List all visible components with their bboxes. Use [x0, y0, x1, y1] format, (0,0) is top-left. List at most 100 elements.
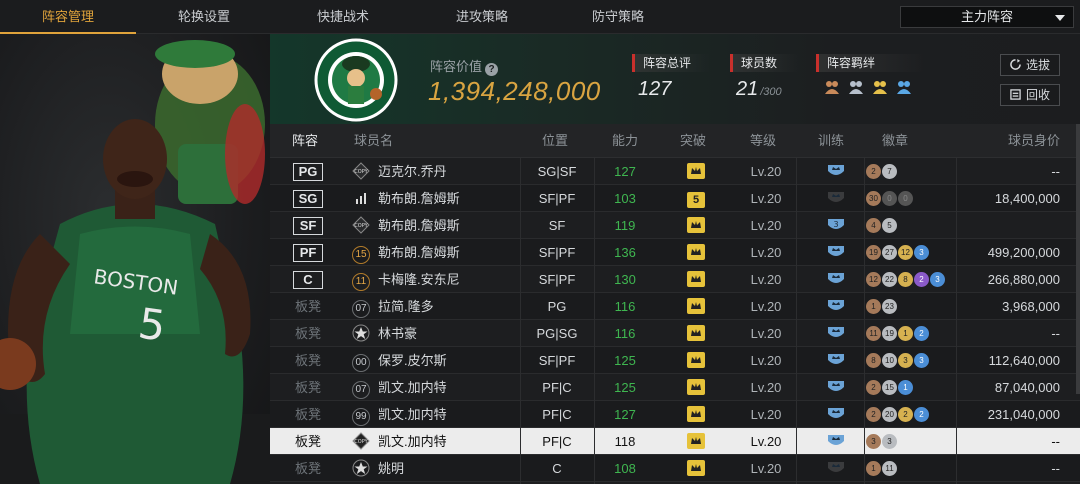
training-indicator[interactable]: [814, 158, 858, 185]
col-badges[interactable]: 徽章: [882, 124, 908, 158]
training-indicator[interactable]: [814, 239, 858, 266]
breakthrough-indicator[interactable]: [678, 428, 714, 455]
lineup-slot: C: [288, 266, 328, 293]
breakthrough-indicator[interactable]: [678, 266, 714, 293]
player-value: 112,640,000: [988, 353, 1060, 368]
table-row[interactable]: SF COPY 勒布朗.詹姆斯 SF 119 Lv.20 3 4 5: [270, 212, 1080, 239]
player-name[interactable]: 保罗.皮尔斯: [378, 347, 518, 374]
badge-list[interactable]: 11 19 1 2: [866, 320, 956, 347]
col-ability[interactable]: 能力: [612, 124, 638, 158]
player-name[interactable]: 姚明: [378, 455, 518, 482]
badge-count: 11: [866, 326, 881, 341]
breakthrough-indicator[interactable]: [678, 374, 714, 401]
table-row[interactable]: 板凳 林书豪 PG|SG 116 Lv.20 11 19 1 2 --: [270, 320, 1080, 347]
position-badge: PF: [293, 244, 323, 262]
tab-offense-strategy[interactable]: 进攻策略: [414, 0, 550, 34]
table-row[interactable]: 板凳 00 保罗.皮尔斯 SF|PF 125 Lv.20 8 10 3 3 112,640,000: [270, 347, 1080, 374]
bond-gold-icon[interactable]: [870, 78, 890, 98]
player-name[interactable]: 迈克尔.乔丹: [378, 158, 518, 185]
table-row[interactable]: 板凳 COPY 凯文.加内特 PF|C 118 Lv.20 3 3 --: [270, 428, 1080, 455]
player-name[interactable]: 凯文.加内特: [378, 401, 518, 428]
breakthrough-indicator[interactable]: [678, 320, 714, 347]
player-name[interactable]: 凯文.加内特: [378, 374, 518, 401]
badge-list[interactable]: 12 22 8 2 3: [866, 266, 956, 293]
table-row[interactable]: PG COPY 迈克尔.乔丹 SG|SF 127 Lv.20 2 7 --: [270, 158, 1080, 185]
player-name[interactable]: 卡梅隆.安东尼: [378, 266, 518, 293]
tab-defense-strategy[interactable]: 防守策略: [550, 0, 686, 34]
training-indicator[interactable]: [814, 401, 858, 428]
col-breakthrough[interactable]: 突破: [680, 124, 706, 158]
breakthrough-indicator[interactable]: [678, 158, 714, 185]
player-name[interactable]: 勒布朗.詹姆斯: [378, 185, 518, 212]
help-icon[interactable]: ?: [485, 63, 499, 76]
training-indicator[interactable]: [814, 455, 858, 482]
recycle-button[interactable]: 回收: [1000, 84, 1060, 106]
training-indicator[interactable]: 3: [814, 212, 858, 239]
training-indicator[interactable]: [814, 347, 858, 374]
col-player-value[interactable]: 球员身价: [1008, 124, 1060, 158]
player-level: Lv.20: [750, 245, 782, 260]
player-position: SG|SF: [537, 164, 577, 179]
lineup-dropdown[interactable]: 主力阵容: [900, 6, 1074, 28]
training-indicator[interactable]: [814, 185, 858, 212]
breakthrough-indicator[interactable]: [678, 401, 714, 428]
breakthrough-indicator[interactable]: [678, 455, 714, 482]
training-indicator[interactable]: [814, 293, 858, 320]
table-row[interactable]: C 11 卡梅隆.安东尼 SF|PF 130 Lv.20 12 22 8 2 3 266,880,00…: [270, 266, 1080, 293]
breakthrough-indicator[interactable]: 5: [678, 185, 714, 212]
tab-lineup-management[interactable]: 阵容管理: [0, 0, 136, 34]
badge-list[interactable]: 19 27 12 3: [866, 239, 956, 266]
col-training[interactable]: 训练: [818, 124, 844, 158]
table-row[interactable]: 板凳 99 凯文.加内特 PF|C 127 Lv.20 2 20 2 2 231,040,000: [270, 401, 1080, 428]
player-ability: 136: [614, 245, 636, 260]
breakthrough-indicator[interactable]: [678, 212, 714, 239]
position-badge: PG: [293, 163, 323, 181]
tab-quick-tactics[interactable]: 快捷战术: [272, 0, 414, 34]
badge-list[interactable]: 2 15 1: [866, 374, 956, 401]
col-position[interactable]: 位置: [542, 124, 568, 158]
badge-list[interactable]: 1 11: [866, 455, 956, 482]
training-indicator[interactable]: [814, 374, 858, 401]
bond-silver-icon[interactable]: [846, 78, 866, 98]
badge-list[interactable]: 8 10 3 3: [866, 347, 956, 374]
lineup-slot: SF: [288, 212, 328, 239]
bench-label: 板凳: [294, 407, 321, 422]
table-row[interactable]: 板凳 07 凯文.加内特 PF|C 125 Lv.20 2 15 1 87,040,000: [270, 374, 1080, 401]
bond-blue-icon[interactable]: [894, 78, 914, 98]
tab-rotation-settings[interactable]: 轮换设置: [136, 0, 272, 34]
jersey-number: 07: [352, 300, 370, 318]
player-name[interactable]: 拉简.隆多: [378, 293, 518, 320]
table-row[interactable]: 板凳 姚明 C 108 Lv.20 1 11 --: [270, 455, 1080, 482]
badge-count: 12: [898, 245, 913, 260]
col-player-name[interactable]: 球员名: [354, 124, 393, 158]
badge-list[interactable]: 30 0 0: [866, 185, 956, 212]
select-button[interactable]: 选拔: [1000, 54, 1060, 76]
player-name[interactable]: 凯文.加内特: [378, 428, 518, 455]
badge-list[interactable]: 1 23: [866, 293, 956, 320]
player-name[interactable]: 林书豪: [378, 320, 518, 347]
table-row[interactable]: SG 勒布朗.詹姆斯 SF|PF 103 5 Lv.20 30 0 0 18,400,000: [270, 185, 1080, 212]
training-indicator[interactable]: [814, 266, 858, 293]
copy-card-icon: COPY: [352, 212, 372, 239]
table-scrollbar[interactable]: [1076, 124, 1080, 394]
player-value: 231,040,000: [987, 407, 1060, 422]
training-indicator[interactable]: [814, 428, 858, 455]
badge-list[interactable]: 45: [866, 212, 956, 239]
breakthrough-indicator[interactable]: [678, 347, 714, 374]
player-ability: 119: [614, 218, 636, 233]
badge-list[interactable]: 33: [866, 428, 956, 455]
table-row[interactable]: PF 15 勒布朗.詹姆斯 SF|PF 136 Lv.20 19 27 12 3 499,200,0…: [270, 239, 1080, 266]
table-row[interactable]: 板凳 07 拉简.隆多 PG 116 Lv.20 1 23 3,968,000: [270, 293, 1080, 320]
training-shield-icon: [826, 273, 846, 290]
col-level[interactable]: 等级: [750, 124, 776, 158]
col-lineup[interactable]: 阵容: [292, 124, 318, 158]
breakthrough-indicator[interactable]: [678, 293, 714, 320]
badge-count: 20: [882, 407, 897, 422]
badge-list[interactable]: 27: [866, 158, 956, 185]
player-name[interactable]: 勒布朗.詹姆斯: [378, 239, 518, 266]
training-indicator[interactable]: [814, 320, 858, 347]
badge-list[interactable]: 2 20 2 2: [866, 401, 956, 428]
player-name[interactable]: 勒布朗.詹姆斯: [378, 212, 518, 239]
bond-bronze-icon[interactable]: [822, 78, 842, 98]
breakthrough-indicator[interactable]: [678, 239, 714, 266]
